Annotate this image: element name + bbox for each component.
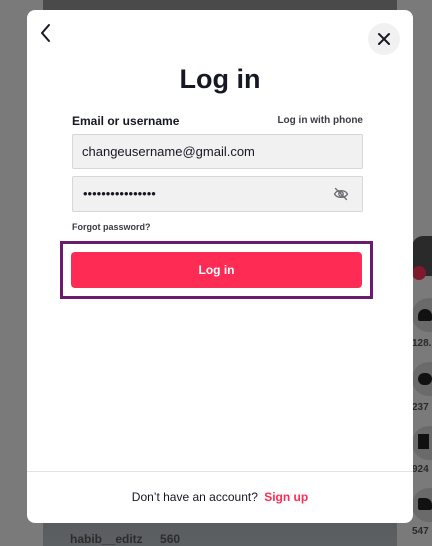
comment-icon xyxy=(418,373,432,385)
login-button[interactable]: Log in xyxy=(71,252,362,288)
signup-footer: Don’t have an account? Sign up xyxy=(27,471,413,523)
bookmark-icon xyxy=(418,434,429,449)
login-with-phone-link[interactable]: Log in with phone xyxy=(277,115,363,126)
login-modal: Log in Email or username Log in with pho… xyxy=(27,10,413,523)
background-count: 560 xyxy=(160,532,181,546)
chevron-left-icon xyxy=(41,24,50,42)
background-username: habib__editz xyxy=(70,532,143,546)
password-field[interactable]: •••••••••••••••• xyxy=(72,176,363,212)
back-button[interactable] xyxy=(37,22,55,44)
share-icon xyxy=(418,498,432,510)
close-icon xyxy=(378,33,390,45)
toggle-password-visibility-button[interactable] xyxy=(333,187,349,201)
bookmark-count: 924 xyxy=(412,464,429,475)
eye-off-icon xyxy=(333,187,349,201)
email-field-container xyxy=(72,134,363,169)
email-username-label: Email or username xyxy=(72,114,180,128)
follow-plus-icon xyxy=(412,266,426,280)
email-field[interactable] xyxy=(82,135,322,168)
share-count: 547 xyxy=(412,526,429,537)
heart-icon xyxy=(418,309,432,321)
footer-text: Don’t have an account? xyxy=(131,490,258,504)
like-count: 128. xyxy=(412,338,432,349)
comment-count: 237 xyxy=(412,402,429,413)
field-label-row: Email or username Log in with phone xyxy=(72,114,363,130)
close-button[interactable] xyxy=(368,23,400,55)
password-value: •••••••••••••••• xyxy=(83,186,156,201)
page-title: Log in xyxy=(179,64,261,94)
signup-link[interactable]: Sign up xyxy=(264,490,308,504)
background-caption: habib__editz 560 xyxy=(70,532,194,546)
forgot-password-link[interactable]: Forgot password? xyxy=(72,222,151,232)
